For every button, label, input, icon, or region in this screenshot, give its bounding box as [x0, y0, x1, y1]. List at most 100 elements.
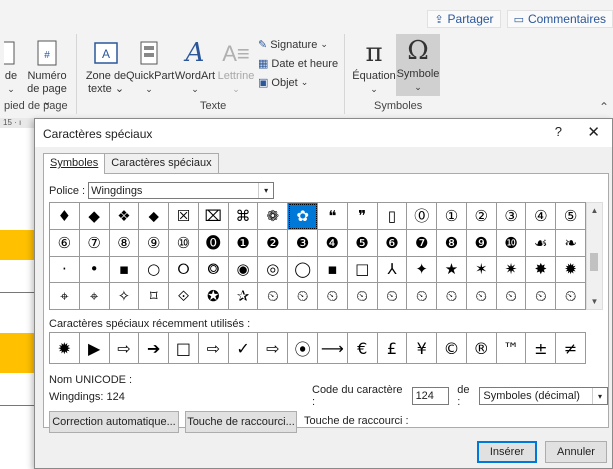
symbol-cell[interactable]: ②	[466, 203, 497, 230]
symbol-cell[interactable]: ◆	[79, 203, 110, 230]
footer-button[interactable]: de ⌄	[0, 36, 22, 96]
symbol-grid-scrollbar[interactable]: ▲ ▼	[586, 202, 603, 310]
symbol-cell[interactable]: ⓪	[407, 203, 438, 230]
symbol-cell[interactable]: ⭗	[198, 256, 229, 284]
recent-symbol-cell[interactable]: □	[169, 333, 199, 364]
recent-symbol-cell[interactable]: €	[347, 333, 378, 364]
symbol-cell[interactable]: •	[79, 256, 110, 284]
autocorrect-button[interactable]: Correction automatique...	[49, 411, 179, 433]
symbol-cell[interactable]: ⅄	[377, 256, 408, 284]
recent-symbol-cell[interactable]: ⇨	[198, 333, 229, 364]
share-button[interactable]: ⇪ Partager	[427, 10, 501, 28]
symbol-cell[interactable]: ✸	[526, 256, 557, 284]
symbol-cell[interactable]: ❺	[347, 229, 378, 257]
font-select[interactable]: Wingdings ▾	[88, 182, 275, 199]
recent-symbol-cell[interactable]: ✓	[228, 333, 259, 364]
symbol-cell[interactable]: ⏲	[437, 283, 467, 310]
symbol-button[interactable]: Ω Symbole ⌄	[396, 34, 440, 96]
symbol-cell[interactable]: ⏲	[288, 283, 318, 310]
symbol-cell[interactable]: ✪	[198, 283, 229, 310]
symbol-cell[interactable]: ⏲	[556, 283, 586, 310]
symbol-cell[interactable]: ⑥	[50, 229, 80, 257]
tab-symboles[interactable]: Symboles	[43, 153, 106, 174]
symbol-cell[interactable]: ✹	[556, 256, 586, 284]
symbol-cell[interactable]: ❼	[407, 229, 438, 257]
symbol-cell[interactable]: ❞	[347, 203, 378, 230]
symbol-cell[interactable]: ❿	[496, 229, 527, 257]
recent-symbol-cell[interactable]: ➔	[139, 333, 170, 364]
recent-symbol-cell[interactable]: ⦿	[288, 333, 318, 364]
character-code-input[interactable]: 124	[411, 387, 450, 405]
recent-symbol-cell[interactable]: ™	[496, 333, 527, 364]
collapse-ribbon-icon[interactable]: ⌃	[599, 100, 609, 114]
wordart-button[interactable]: A WordArt ⌄	[174, 36, 216, 96]
symbol-cell[interactable]: ❁	[258, 203, 289, 230]
symbol-cell[interactable]: ⬥	[139, 203, 170, 230]
symbol-cell[interactable]: ❶	[228, 229, 259, 257]
symbol-cell[interactable]: ★	[437, 256, 467, 284]
symbol-cell[interactable]: ✿	[288, 203, 318, 230]
symbol-cell[interactable]: ⏲	[496, 283, 527, 310]
symbol-cell[interactable]: ❧	[556, 229, 586, 257]
symbol-cell[interactable]: ⏲	[466, 283, 497, 310]
symbol-cell[interactable]: ❻	[377, 229, 408, 257]
symbol-cell[interactable]: ⭘	[169, 256, 199, 284]
scroll-thumb[interactable]	[590, 253, 598, 271]
tab-caracteres-speciaux[interactable]: Caractères spéciaux	[104, 153, 219, 173]
symbol-cell[interactable]: ✶	[466, 256, 497, 284]
close-button[interactable]: ✕	[587, 123, 600, 141]
comments-button[interactable]: ▭ Commentaires	[506, 10, 613, 28]
symbol-cell[interactable]: ⟐	[169, 283, 199, 310]
symbol-cell[interactable]: ❹	[318, 229, 348, 257]
symbol-cell[interactable]: ○	[139, 256, 170, 284]
textbox-button[interactable]: A Zone de texte ⌄	[84, 36, 128, 96]
scroll-down-icon[interactable]: ▼	[587, 294, 602, 309]
recent-symbol-cell[interactable]: £	[377, 333, 408, 364]
symbol-cell[interactable]: ❸	[288, 229, 318, 257]
symbol-cell[interactable]: ❷	[258, 229, 289, 257]
symbol-cell[interactable]: ⑦	[79, 229, 110, 257]
symbol-cell[interactable]: ①	[437, 203, 467, 230]
symbol-cell[interactable]: ·	[50, 256, 80, 284]
symbol-cell[interactable]: ⑨	[139, 229, 170, 257]
symbol-cell[interactable]: ⏲	[377, 283, 408, 310]
object-button[interactable]: ▣ Objet ⌄	[258, 74, 308, 91]
recent-symbol-cell[interactable]: ⇨	[258, 333, 289, 364]
symbol-cell[interactable]: ✦	[407, 256, 438, 284]
symbol-cell[interactable]: ④	[526, 203, 557, 230]
recent-symbol-cell[interactable]: ⟶	[318, 333, 348, 364]
symbol-cell[interactable]: ⏲	[526, 283, 557, 310]
scroll-up-icon[interactable]: ▲	[587, 203, 602, 218]
from-select[interactable]: Symboles (décimal) ▾	[479, 387, 608, 405]
symbol-cell[interactable]: ⌘	[228, 203, 259, 230]
symbol-cell[interactable]: ◯	[288, 256, 318, 284]
recent-symbol-cell[interactable]: ¥	[407, 333, 438, 364]
symbol-cell[interactable]: ◎	[258, 256, 289, 284]
symbol-cell[interactable]: ▪	[109, 256, 140, 284]
recent-symbol-cell[interactable]: ▶	[79, 333, 110, 364]
signature-button[interactable]: ✎ Signature ⌄	[258, 36, 328, 53]
recent-symbol-cell[interactable]: ⇨	[109, 333, 140, 364]
symbol-cell[interactable]: ⓿	[198, 229, 229, 257]
date-time-button[interactable]: ▦ Date et heure	[258, 55, 338, 72]
quickpart-button[interactable]: QuickPart ⌄	[126, 36, 174, 96]
symbol-cell[interactable]: ⏲	[407, 283, 438, 310]
insert-button[interactable]: Insérer	[477, 441, 537, 463]
recent-symbol-cell[interactable]: ±	[526, 333, 557, 364]
symbol-cell[interactable]: ❖	[109, 203, 140, 230]
symbol-cell[interactable]: ⏲	[318, 283, 348, 310]
symbol-cell[interactable]: ⌧	[198, 203, 229, 230]
symbol-cell[interactable]: ⌖	[50, 283, 80, 310]
symbol-cell[interactable]: ❽	[437, 229, 467, 257]
symbol-cell[interactable]: ⑧	[109, 229, 140, 257]
symbol-cell[interactable]: ▯	[377, 203, 408, 230]
symbol-cell[interactable]: ❝	[318, 203, 348, 230]
page-number-button[interactable]: # Numéro de page ⌄	[24, 36, 70, 109]
recent-symbol-cell[interactable]: ≠	[556, 333, 586, 364]
symbol-cell[interactable]: ⌖	[79, 283, 110, 310]
symbol-cell[interactable]: ✧	[109, 283, 140, 310]
symbol-cell[interactable]: ☒	[169, 203, 199, 230]
help-button[interactable]: ?	[555, 124, 562, 139]
symbol-cell[interactable]: ⑩	[169, 229, 199, 257]
cancel-button[interactable]: Annuler	[545, 441, 607, 463]
